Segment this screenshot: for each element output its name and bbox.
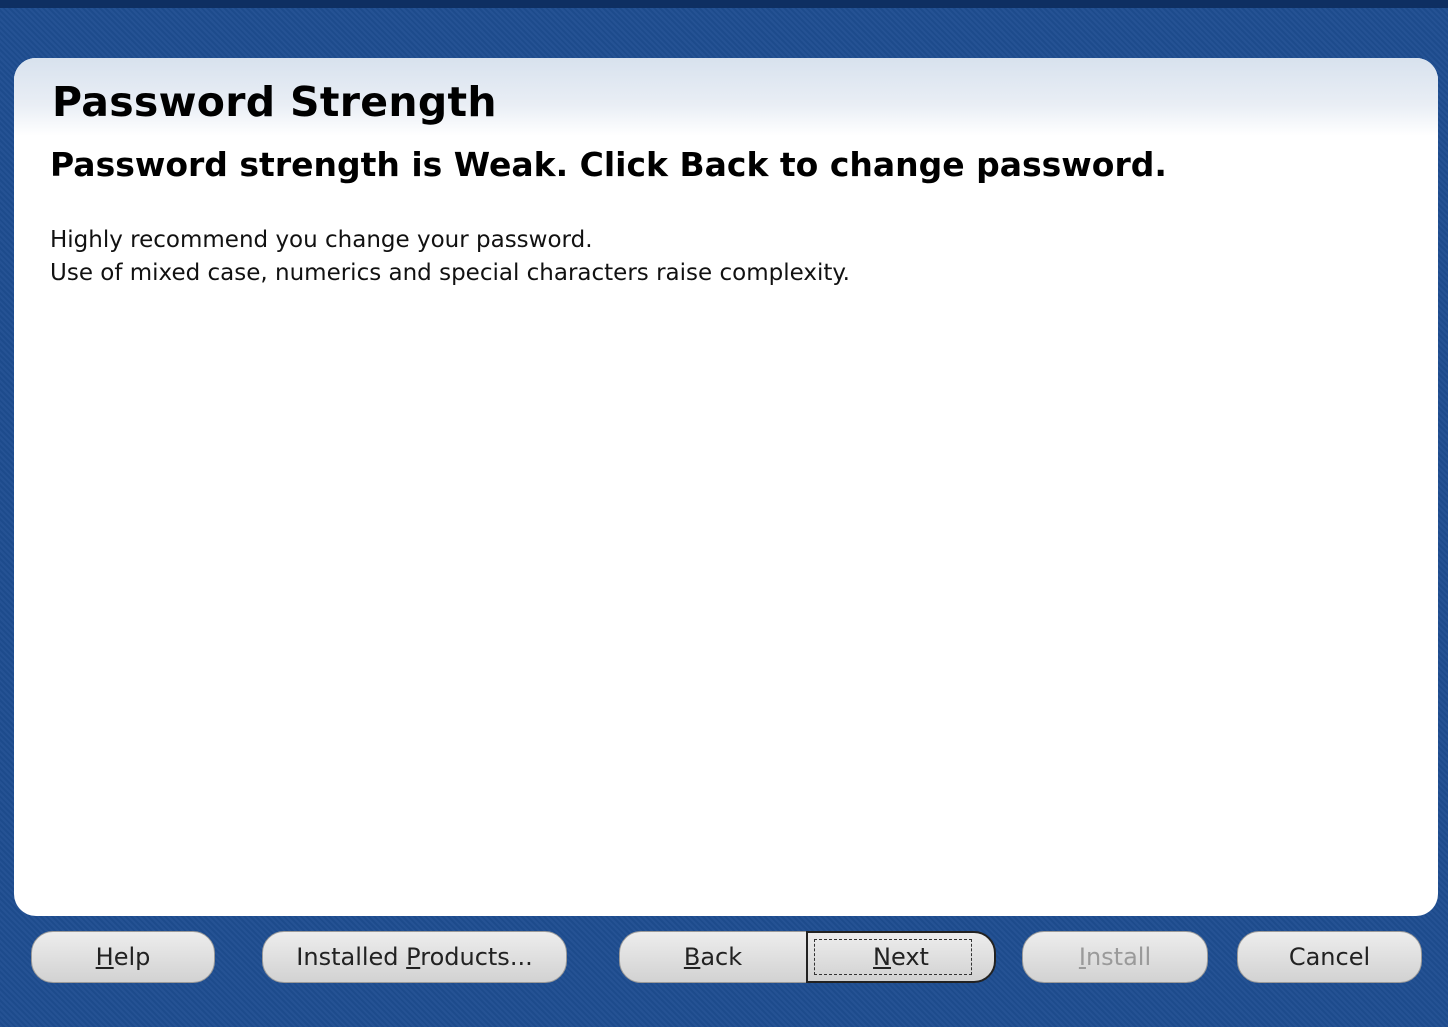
message-line-1: Highly recommend you change your passwor… — [50, 227, 593, 253]
install-button[interactable]: Install — [1022, 931, 1208, 983]
cancel-button-label: Cancel — [1288, 943, 1371, 971]
next-button[interactable]: Next — [806, 931, 996, 983]
window-top-border — [0, 0, 1448, 8]
help-button[interactable]: Help — [31, 931, 215, 983]
install-button-label: Install — [1078, 943, 1152, 971]
cancel-button[interactable]: Cancel — [1237, 931, 1422, 983]
focus-ring — [814, 939, 972, 975]
back-button-label: Back — [683, 943, 743, 971]
installed-products-button-label: Installed Products... — [296, 943, 533, 971]
help-button-label: Help — [95, 943, 151, 971]
page-title: Password Strength — [52, 78, 497, 126]
content-panel: Password Strength Password strength is W… — [14, 58, 1438, 916]
installed-products-button[interactable]: Installed Products... — [262, 931, 567, 983]
message-body: Highly recommend you change your passwor… — [50, 224, 850, 290]
strength-headline: Password strength is Weak. Click Back to… — [50, 145, 1167, 184]
installer-window: Password Strength Password strength is W… — [0, 0, 1448, 1027]
back-button[interactable]: Back — [619, 931, 807, 983]
message-line-2: Use of mixed case, numerics and special … — [50, 260, 850, 286]
